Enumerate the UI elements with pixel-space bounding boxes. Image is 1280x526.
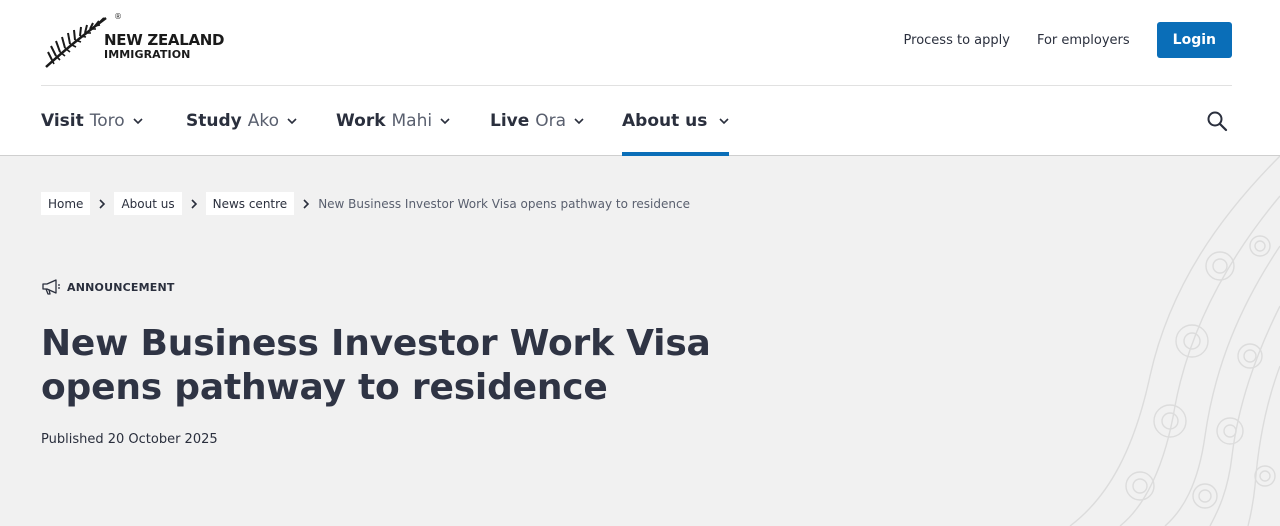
logo-line2: IMMIGRATION — [104, 48, 191, 61]
nav-item-study[interactable]: Study Ako — [186, 86, 297, 155]
page-title: New Business Investor Work Visa opens pa… — [41, 322, 741, 410]
chevron-down-icon — [440, 117, 450, 124]
nav-item-maori: Toro — [89, 110, 125, 131]
article-tag: ANNOUNCEMENT — [41, 278, 175, 296]
chevron-down-icon — [719, 117, 729, 124]
nav-item-label: Live — [490, 110, 530, 131]
breadcrumb-about-us[interactable]: About us — [114, 192, 182, 215]
nav-item-label: About us — [622, 110, 708, 131]
search-icon — [1207, 111, 1228, 132]
nav-item-work[interactable]: Work Mahi — [336, 86, 450, 155]
top-links: Process to apply For employers Login — [904, 22, 1232, 58]
for-employers-link[interactable]: For employers — [1037, 33, 1130, 48]
nav-item-label: Visit — [41, 110, 84, 131]
chevron-right-icon — [99, 198, 106, 209]
nav-item-about-us[interactable]: About us — [622, 86, 730, 156]
breadcrumb-home[interactable]: Home — [41, 192, 91, 215]
site-header: ® NEW ZEALAND IMMIGRATION Process to app… — [0, 0, 1280, 86]
title-line-2: opens pathway to residence — [41, 367, 608, 408]
nav-item-maori: Mahi — [391, 110, 433, 131]
main-nav: Visit Toro Study Ako Work Mahi Live Ora … — [0, 86, 1280, 156]
site-logo[interactable]: ® NEW ZEALAND IMMIGRATION — [44, 12, 234, 70]
megaphone-icon — [42, 279, 60, 295]
chevron-right-icon — [303, 198, 310, 209]
process-to-apply-link[interactable]: Process to apply — [904, 33, 1010, 48]
logo-line1: NEW ZEALAND — [104, 31, 225, 49]
login-button[interactable]: Login — [1156, 22, 1232, 58]
nav-item-label: Study — [186, 110, 242, 131]
breadcrumb-current: New Business Investor Work Visa opens pa… — [318, 196, 690, 211]
hero-section: Home About us News centre New Business I… — [0, 156, 1280, 526]
search-button[interactable] — [1206, 110, 1228, 132]
nav-item-maori: Ako — [247, 110, 280, 131]
chevron-down-icon — [287, 117, 297, 124]
nav-item-label: Work — [336, 110, 386, 131]
chevron-right-icon — [191, 198, 197, 209]
published-date: Published 20 October 2025 — [41, 432, 218, 447]
tag-label: ANNOUNCEMENT — [67, 280, 175, 294]
nav-item-live[interactable]: Live Ora — [490, 86, 584, 155]
title-line-1: New Business Investor Work Visa — [41, 323, 711, 364]
nav-item-maori: Ora — [535, 110, 567, 131]
nav-item-visit[interactable]: Visit Toro — [41, 86, 143, 155]
chevron-down-icon — [133, 117, 143, 124]
breadcrumb: Home About us News centre New Business I… — [41, 192, 690, 215]
breadcrumb-news-centre[interactable]: News centre — [205, 192, 295, 215]
koru-pattern-decoration — [1069, 156, 1280, 526]
silver-fern-icon — [45, 17, 107, 68]
registered-mark: ® — [114, 12, 122, 21]
chevron-down-icon — [574, 117, 584, 124]
